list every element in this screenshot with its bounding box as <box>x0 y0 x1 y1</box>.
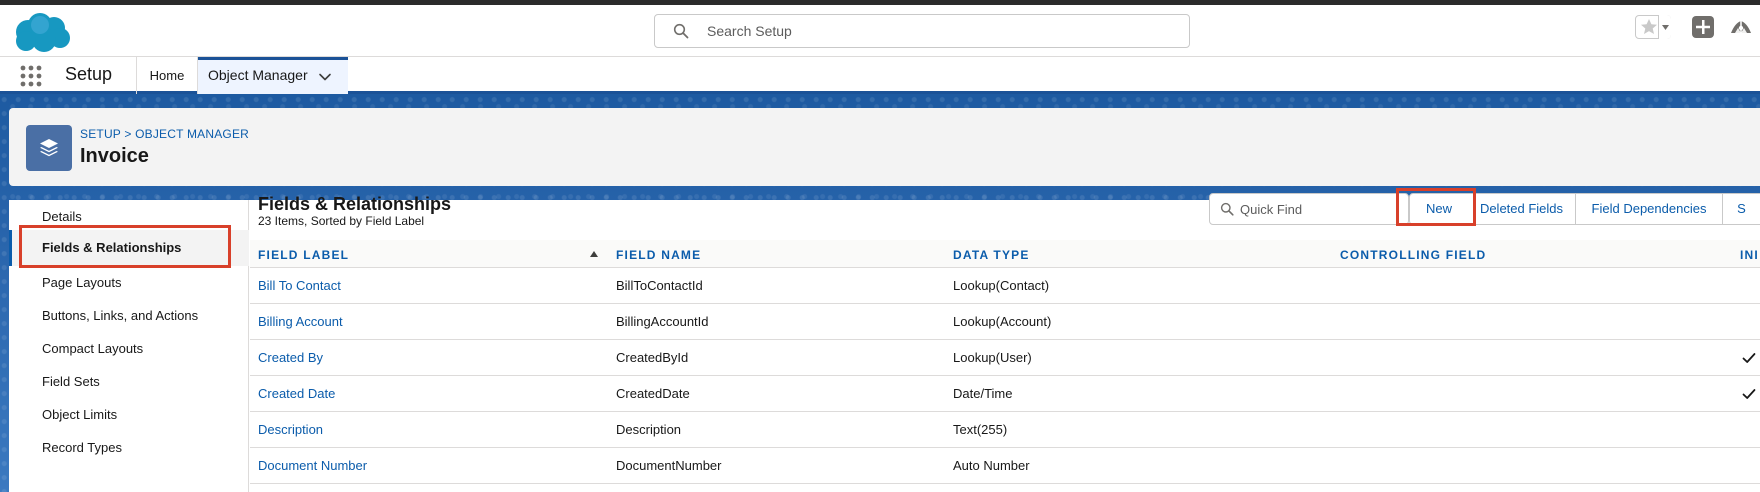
app-navigation-bar: Setup Home Object Manager <box>0 57 1760 94</box>
tab-home[interactable]: Home <box>137 57 197 94</box>
sidebar-item-compact-layouts[interactable]: Compact Layouts <box>42 341 143 356</box>
section-title: Fields & Relationships <box>258 194 452 214</box>
sidebar-item-buttons-links-actions[interactable]: Buttons, Links, and Actions <box>42 308 198 323</box>
search-icon <box>673 23 689 39</box>
sort-ascending-icon[interactable] <box>590 250 598 258</box>
sidebar-item-page-layouts[interactable]: Page Layouts <box>42 275 122 290</box>
field-api-name: BillToContactId <box>616 278 703 293</box>
search-setup-input[interactable] <box>707 15 1177 47</box>
field-label-link[interactable]: Bill To Contact <box>258 278 341 293</box>
indexed-check-icon <box>1742 389 1756 399</box>
global-actions-add-icon[interactable] <box>1692 16 1714 38</box>
field-data-type: Lookup(Contact) <box>953 278 1050 293</box>
field-data-type: Auto Number <box>953 458 1030 473</box>
highlight-annotation <box>1396 188 1476 226</box>
field-label-link[interactable]: Document Number <box>258 458 367 473</box>
tab-object-manager-label: Object Manager <box>208 67 308 83</box>
table-header: FIELD LABEL FIELD NAME DATA TYPE CONTROL… <box>250 240 1760 268</box>
section-subtitle: 23 Items, Sorted by Field Label <box>258 214 425 228</box>
sidebar-item-field-sets[interactable]: Field Sets <box>42 374 100 389</box>
search-icon <box>1220 202 1234 216</box>
column-header-controlling-field[interactable]: CONTROLLING FIELD <box>1340 248 1486 262</box>
field-api-name: CreatedById <box>616 350 689 365</box>
breadcrumb-separator: > <box>124 127 132 141</box>
layers-icon <box>40 139 58 157</box>
content-panel: Details Fields & Relationships Page Layo… <box>9 188 1760 492</box>
star-icon[interactable] <box>1639 17 1659 37</box>
object-header: SETUP > OBJECT MANAGER Invoice <box>9 108 1760 186</box>
column-header-indexed[interactable]: INI <box>1740 248 1759 262</box>
quick-find-input[interactable] <box>1240 194 1400 224</box>
table-row: Document Number DocumentNumber Auto Numb… <box>250 448 1760 484</box>
favorites-dropdown[interactable] <box>1658 15 1671 39</box>
table-row: Created By CreatedById Lookup(User) <box>250 340 1760 376</box>
trailhead-icon[interactable] <box>1729 15 1753 39</box>
search-setup-box[interactable] <box>654 14 1190 48</box>
field-label-link[interactable]: Created By <box>258 350 323 365</box>
field-api-name: CreatedDate <box>616 386 690 401</box>
caret-down-icon <box>1662 25 1669 30</box>
field-dependencies-button[interactable]: Field Dependencies <box>1575 193 1723 225</box>
column-header-field-name[interactable]: FIELD NAME <box>616 248 701 262</box>
field-api-name: Description <box>616 422 682 437</box>
app-name: Setup <box>65 64 113 84</box>
page-title: Invoice <box>80 145 149 167</box>
field-api-name: DocumentNumber <box>616 458 722 473</box>
highlight-annotation <box>19 225 231 268</box>
field-data-type: Lookup(User) <box>953 350 1032 365</box>
column-header-field-label[interactable]: FIELD LABEL <box>258 248 349 262</box>
table-row: Bill To Contact BillToContactId Lookup(C… <box>250 268 1760 304</box>
column-header-data-type[interactable]: DATA TYPE <box>953 248 1030 262</box>
field-label-link[interactable]: Billing Account <box>258 314 343 329</box>
field-data-type: Text(255) <box>953 422 1008 437</box>
fields-relationships-panel: Fields & Relationships 23 Items, Sorted … <box>250 188 1760 492</box>
table-row: Description Description Text(255) <box>250 412 1760 448</box>
object-sidebar: Details Fields & Relationships Page Layo… <box>9 200 249 492</box>
global-header <box>0 5 1760 57</box>
breadcrumb-setup-link[interactable]: SETUP <box>80 127 121 141</box>
field-label-link[interactable]: Description <box>258 422 323 437</box>
sidebar-item-object-limits[interactable]: Object Limits <box>42 407 117 422</box>
object-icon <box>26 125 72 171</box>
indexed-check-icon <box>1742 353 1756 363</box>
salesforce-cloud-logo[interactable] <box>12 12 72 54</box>
set-history-tracking-button[interactable]: S <box>1722 193 1760 225</box>
field-data-type: Lookup(Account) <box>953 314 1052 329</box>
field-api-name: BillingAccountId <box>616 314 709 329</box>
breadcrumb-object-manager-link[interactable]: OBJECT MANAGER <box>135 127 249 141</box>
tab-object-manager[interactable]: Object Manager <box>198 57 348 94</box>
deleted-fields-button[interactable]: Deleted Fields <box>1468 193 1576 225</box>
favorites-button[interactable] <box>1635 15 1671 39</box>
table-row: Created Date CreatedDate Date/Time <box>250 376 1760 412</box>
app-launcher-icon[interactable] <box>20 65 42 87</box>
field-label-link[interactable]: Created Date <box>258 386 335 401</box>
sidebar-item-record-types[interactable]: Record Types <box>42 440 122 455</box>
breadcrumb: SETUP > OBJECT MANAGER <box>80 127 249 141</box>
chevron-down-icon[interactable] <box>318 70 332 84</box>
quick-find-box[interactable] <box>1209 193 1409 225</box>
field-data-type: Date/Time <box>953 386 1013 401</box>
table-row: Billing Account BillingAccountId Lookup(… <box>250 304 1760 340</box>
